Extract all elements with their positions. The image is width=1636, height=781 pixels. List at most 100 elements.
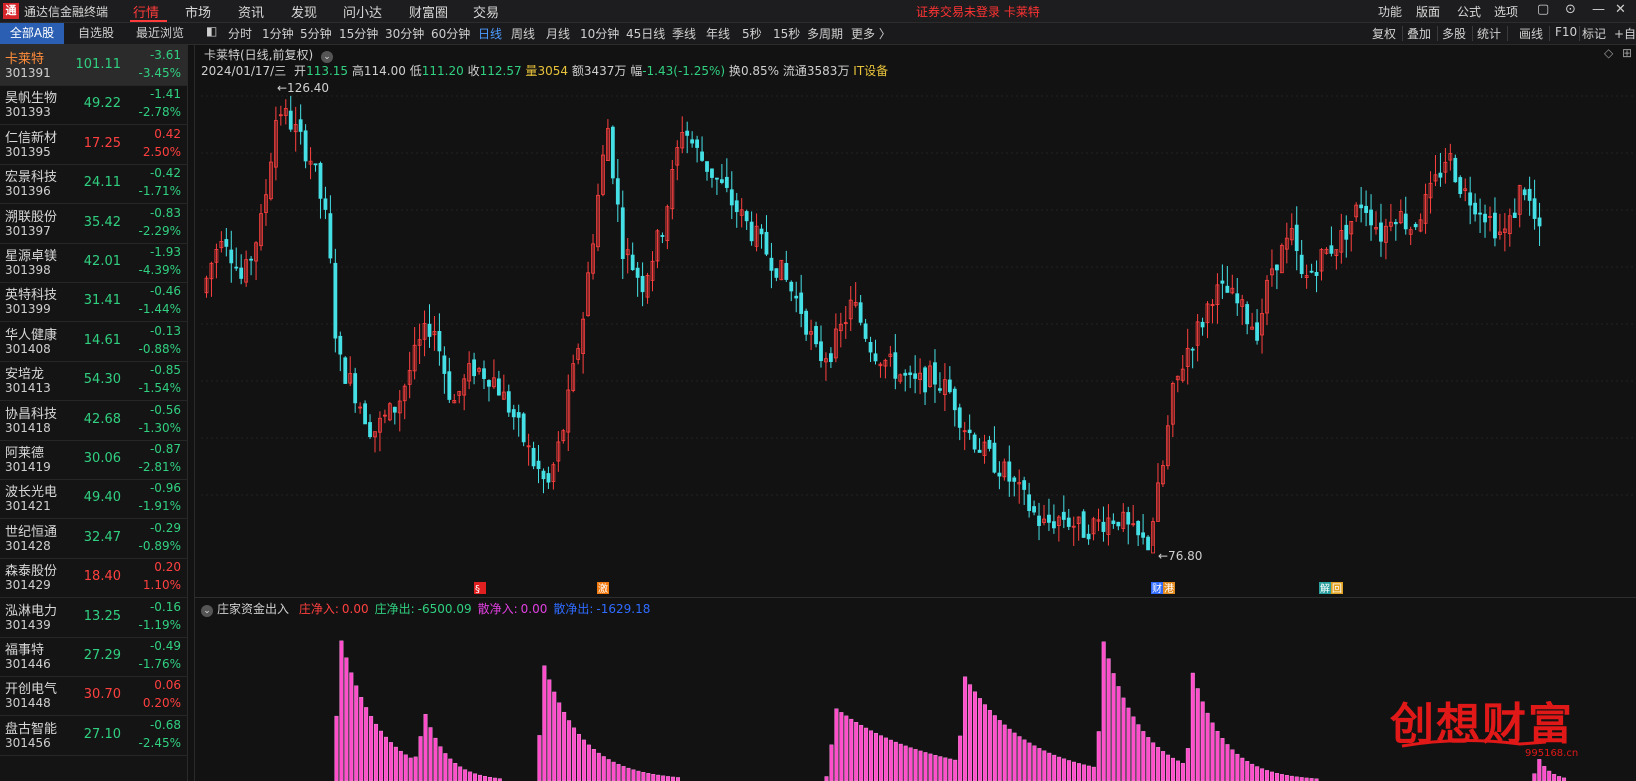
flow-bar [883,737,888,781]
stock-list-row[interactable]: 安培龙 301413 54.30 -0.85 -1.54% [0,360,187,402]
flow-bar [888,739,893,781]
menu-wealth[interactable]: 财富圈 [409,2,448,21]
menu-news[interactable]: 资讯 [238,2,264,21]
tool-f10[interactable]: F10 [1555,25,1577,39]
period-45day[interactable]: 45日线 [626,25,665,42]
flow-bar [1017,736,1022,781]
minimize-icon[interactable]: — [1592,2,1605,17]
stock-name: 英特科技 [5,288,58,304]
stock-list-row[interactable]: 波长光电 301421 49.40 -0.96 -1.91% [0,478,187,520]
candle-body [323,198,328,210]
tab-all-a-shares[interactable]: 全部A股 [0,23,64,44]
flow-bar [1027,742,1032,781]
candle-body [1190,348,1195,351]
flow-bar [1136,724,1141,781]
tool-adjust[interactable]: 复权 [1372,25,1396,42]
menu-assistant[interactable]: 问小达 [343,2,382,21]
stock-name: 宏景科技 [5,170,58,186]
menu-trade[interactable]: 交易 [473,2,499,21]
candle-body [873,353,878,362]
stock-list-row[interactable]: 星源卓镁 301398 42.01 -1.93 -4.39% [0,242,187,283]
stock-list-row[interactable]: 华人健康 301408 14.61 -0.13 -0.88% [0,321,187,362]
stock-list-row[interactable]: 泓淋电力 301439 13.25 -0.16 -1.19% [0,597,187,638]
period-more[interactable]: 更多 〉 [851,25,891,42]
tool-add-watchlist[interactable]: +自选 [1614,25,1636,42]
stock-list-row[interactable]: 溯联股份 301397 35.42 -0.83 -2.29% [0,203,187,244]
stock-name: 泓淋电力 [5,603,58,619]
menu-function[interactable]: 功能 [1378,3,1402,20]
period-5sec[interactable]: 5秒 [742,25,762,42]
stock-list-row[interactable]: 森泰股份 301429 18.40 0.20 1.10% [0,557,187,599]
stock-list-row[interactable]: 开创电气 301448 30.70 0.06 0.20% [0,675,187,717]
flow-bar [1240,757,1245,781]
candle-body [1403,213,1408,230]
menu-discover[interactable]: 发现 [291,2,317,21]
stock-price: 49.40 [83,490,121,506]
restore-icon[interactable]: ▢ [1537,2,1549,17]
period-5min[interactable]: 5分钟 [300,25,332,42]
candle-body [1136,520,1141,536]
period-15sec[interactable]: 15秒 [773,25,800,42]
period-multi[interactable]: 多周期 [807,25,843,42]
period-weekly[interactable]: 周线 [511,25,535,42]
tool-draw[interactable]: 画线 [1519,25,1543,42]
period-15min[interactable]: 15分钟 [339,25,378,42]
stock-price: 17.25 [83,135,121,151]
stock-list-row[interactable]: 卡莱特 301391 101.11 -3.61 -3.45% [0,45,187,86]
stock-list-row[interactable]: 福事特 301446 27.29 -0.49 -1.76% [0,636,187,677]
flow-bar [1175,760,1180,781]
tool-statistics[interactable]: 统计 [1477,25,1501,42]
lock-icon[interactable]: ⊙ [1565,2,1576,17]
stock-change-pct: -2.81% [138,460,181,474]
diamond-icon[interactable]: ◇ [1604,46,1613,60]
period-1min[interactable]: 1分钟 [262,25,294,42]
tab-watchlist[interactable]: 自选股 [64,23,128,44]
tool-mark[interactable]: 标记 [1582,25,1606,42]
menu-formula[interactable]: 公式 [1457,3,1481,20]
stock-list-row[interactable]: 宏景科技 301396 24.11 -0.42 -1.71% [0,163,187,205]
period-daily[interactable]: 日线 [478,25,502,42]
tool-multi-stock[interactable]: 多股 [1442,25,1466,42]
flow-bar [992,715,997,781]
flow-bar [537,735,542,781]
period-30min[interactable]: 30分钟 [385,25,424,42]
menu-layout[interactable]: 版面 [1416,3,1440,20]
stock-list-row[interactable]: 仁信新材 301395 17.25 0.42 2.50% [0,124,187,165]
flow-bar [1076,763,1081,781]
stock-list-row[interactable]: 协昌科技 301418 42.68 -0.56 -1.30% [0,400,187,441]
stock-list-row[interactable]: 世纪恒通 301428 32.47 -0.29 -0.89% [0,518,187,559]
period-intraday[interactable]: 分时 [228,25,252,42]
login-notice[interactable]: 证券交易未登录 卡莱特 [916,3,1040,20]
period-quarterly[interactable]: 季线 [672,25,696,42]
period-yearly[interactable]: 年线 [706,25,730,42]
stock-list-row[interactable]: 盘古智能 301456 27.10 -0.68 -2.45% [0,715,187,756]
candle-body [343,357,348,384]
tab-recent[interactable]: 最近浏览 [128,23,192,44]
menu-options[interactable]: 选项 [1494,3,1518,20]
grid-icon[interactable]: ⊞ [1622,46,1632,60]
stock-list-row[interactable]: 阿莱德 301419 30.06 -0.87 -2.81% [0,439,187,480]
period-10min[interactable]: 10分钟 [580,25,619,42]
candle-body [1299,254,1304,275]
tool-overlay[interactable]: 叠加 [1407,25,1431,42]
stock-code: 301448 [5,696,51,711]
flow-bar [349,672,354,781]
stock-list-row[interactable]: 英特科技 301399 31.41 -0.46 -1.44% [0,281,187,323]
candle-body [288,110,293,130]
stock-change: -0.42 [149,166,181,181]
period-monthly[interactable]: 月线 [546,25,570,42]
sidebar-toggle-icon[interactable]: ◧ [206,24,217,38]
flow-bar [1081,764,1086,781]
flow-bar [958,735,963,781]
candle-body [724,176,729,188]
candle-body [1458,177,1463,194]
stock-code: 301419 [5,460,51,474]
candle-body [695,139,700,148]
period-60min[interactable]: 60分钟 [431,25,470,42]
candle-body [1032,506,1036,513]
candlestick-chart[interactable]: ←126.40 ←76.80 § 激 财港 解回 [201,76,1633,594]
menu-quotes[interactable]: 行情 [133,2,159,21]
stock-list-row[interactable]: 昊帆生物 301393 49.22 -1.41 -2.78% [0,84,187,126]
close-icon[interactable]: ✕ [1615,2,1626,17]
menu-market[interactable]: 市场 [185,2,211,21]
